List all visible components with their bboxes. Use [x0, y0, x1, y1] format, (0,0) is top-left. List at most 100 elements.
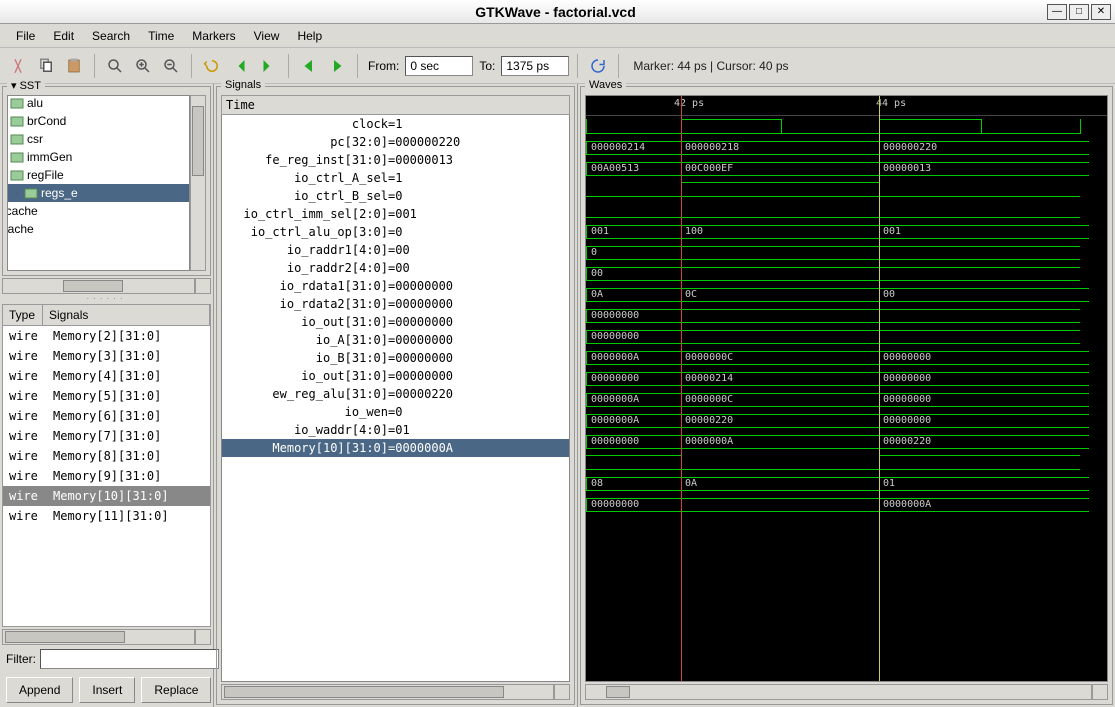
tree-item[interactable]: ······alu: [7, 95, 190, 112]
list-item[interactable]: wireMemory[2][31:0]: [3, 326, 210, 346]
insert-button[interactable]: Insert: [79, 677, 135, 703]
signal-value-row[interactable]: io_rdata2[31:0]=00000000: [222, 295, 569, 313]
nav-prev-icon[interactable]: [297, 54, 321, 78]
filter-input[interactable]: [40, 649, 219, 669]
tree-item[interactable]: ···+dcache: [7, 202, 190, 220]
wave-row[interactable]: 000000214000000218000000220: [586, 137, 1107, 158]
wave-row[interactable]: [586, 200, 1107, 221]
wave-row[interactable]: 0A0C00: [586, 284, 1107, 305]
tree-hscroll[interactable]: [2, 278, 195, 294]
append-button[interactable]: Append: [6, 677, 73, 703]
signals-values-panel: Signals Time clock=1pc[32:0]=000000220fe…: [216, 86, 575, 705]
signal-value-row[interactable]: io_raddr2[4:0]=00: [222, 259, 569, 277]
siglist-hscroll[interactable]: [2, 629, 195, 645]
signal-value-row[interactable]: io_out[31:0]=00000000: [222, 367, 569, 385]
wave-row[interactable]: [586, 179, 1107, 200]
menu-markers[interactable]: Markers: [184, 26, 243, 46]
wave-canvas[interactable]: 42 ps44 ps 00000021400000021800000022000…: [585, 95, 1108, 682]
wave-row[interactable]: 001100001: [586, 221, 1107, 242]
list-item[interactable]: wireMemory[8][31:0]: [3, 446, 210, 466]
tree-item[interactable]: ···+icache: [7, 220, 190, 238]
nav-first-icon[interactable]: [228, 54, 252, 78]
menu-edit[interactable]: Edit: [45, 26, 82, 46]
wave-row[interactable]: 00000000: [586, 305, 1107, 326]
refresh-icon[interactable]: [586, 54, 610, 78]
tree-item[interactable]: ······brCond: [7, 112, 190, 130]
wave-row[interactable]: 0000000A0000000C00000000: [586, 347, 1107, 368]
wave-row[interactable]: 000000000000000A: [586, 494, 1107, 515]
signal-value-row[interactable]: fe_reg_inst[31:0]=00000013: [222, 151, 569, 169]
zoom-fit-icon[interactable]: [103, 54, 127, 78]
minimize-button[interactable]: —: [1047, 4, 1067, 20]
signal-value-row[interactable]: io_ctrl_A_sel=1: [222, 169, 569, 187]
wave-row[interactable]: 00A0051300C000EF00000013: [586, 158, 1107, 179]
replace-button[interactable]: Replace: [141, 677, 211, 703]
tree-item[interactable]: ······immGen: [7, 148, 190, 166]
tree-item[interactable]: ·····-regFile: [7, 166, 190, 184]
wave-row[interactable]: [586, 452, 1107, 473]
signal-value-row[interactable]: io_ctrl_imm_sel[2:0]=001: [222, 205, 569, 223]
nav-last-icon[interactable]: [256, 54, 280, 78]
signal-list: Type Signals wireMemory[2][31:0]wireMemo…: [2, 304, 211, 627]
tree-vscroll[interactable]: [190, 95, 206, 271]
sigvals-hscroll[interactable]: [221, 684, 554, 700]
wave-row[interactable]: 00: [586, 263, 1107, 284]
list-item[interactable]: wireMemory[11][31:0]: [3, 506, 210, 526]
list-item[interactable]: wireMemory[5][31:0]: [3, 386, 210, 406]
sst-panel: ▾ SST ······alu······brCond·····+csr····…: [2, 86, 211, 276]
wave-hscroll[interactable]: [585, 684, 1092, 700]
zoom-in-icon[interactable]: [131, 54, 155, 78]
close-button[interactable]: ✕: [1091, 4, 1111, 20]
undo-icon[interactable]: [200, 54, 224, 78]
from-input[interactable]: [405, 56, 473, 76]
signal-value-row[interactable]: ew_reg_alu[31:0]=00000220: [222, 385, 569, 403]
wave-row[interactable]: 000000000000000A00000220: [586, 431, 1107, 452]
signal-value-row[interactable]: pc[32:0]=000000220: [222, 133, 569, 151]
col-type[interactable]: Type: [3, 305, 43, 325]
signal-value-row[interactable]: io_waddr[4:0]=01: [222, 421, 569, 439]
tree-item[interactable]: ·····+csr: [7, 130, 190, 148]
from-label: From:: [368, 59, 399, 73]
list-item[interactable]: wireMemory[10][31:0]: [3, 486, 210, 506]
hierarchy-tree[interactable]: ······alu······brCond·····+csr······immG…: [7, 95, 190, 271]
nav-next-icon[interactable]: [325, 54, 349, 78]
wave-row[interactable]: 0000000A0000022000000000: [586, 410, 1107, 431]
list-item[interactable]: wireMemory[9][31:0]: [3, 466, 210, 486]
signal-value-row[interactable]: io_ctrl_B_sel=0: [222, 187, 569, 205]
signal-value-row[interactable]: clock=1: [222, 115, 569, 133]
signal-value-row[interactable]: io_raddr1[4:0]=00: [222, 241, 569, 259]
wave-row[interactable]: 0000000A0000000C00000000: [586, 389, 1107, 410]
signal-value-row[interactable]: io_rdata1[31:0]=00000000: [222, 277, 569, 295]
paste-icon[interactable]: [62, 54, 86, 78]
menu-search[interactable]: Search: [84, 26, 138, 46]
list-item[interactable]: wireMemory[6][31:0]: [3, 406, 210, 426]
signal-value-row[interactable]: io_out[31:0]=00000000: [222, 313, 569, 331]
wave-row[interactable]: [586, 116, 1107, 137]
list-item[interactable]: wireMemory[3][31:0]: [3, 346, 210, 366]
menu-file[interactable]: File: [8, 26, 43, 46]
menu-view[interactable]: View: [246, 26, 288, 46]
signal-values[interactable]: clock=1pc[32:0]=000000220fe_reg_inst[31:…: [221, 115, 570, 682]
copy-icon[interactable]: [34, 54, 58, 78]
wave-row[interactable]: 000000000000021400000000: [586, 368, 1107, 389]
toolbar: From: To: Marker: 44 ps | Cursor: 40 ps: [0, 48, 1115, 84]
wave-row[interactable]: 0: [586, 242, 1107, 263]
wave-row[interactable]: 080A01: [586, 473, 1107, 494]
signal-value-row[interactable]: io_B[31:0]=00000000: [222, 349, 569, 367]
menu-help[interactable]: Help: [289, 26, 330, 46]
cut-icon[interactable]: [6, 54, 30, 78]
menu-time[interactable]: Time: [140, 26, 182, 46]
list-item[interactable]: wireMemory[4][31:0]: [3, 366, 210, 386]
signal-value-row[interactable]: io_wen=0: [222, 403, 569, 421]
signal-value-row[interactable]: io_ctrl_alu_op[3:0]=0: [222, 223, 569, 241]
list-item[interactable]: wireMemory[7][31:0]: [3, 426, 210, 446]
to-input[interactable]: [501, 56, 569, 76]
wave-row[interactable]: 00000000: [586, 326, 1107, 347]
tree-item[interactable]: ·······regs_e: [7, 184, 190, 202]
signal-value-row[interactable]: io_A[31:0]=00000000: [222, 331, 569, 349]
sst-splitter[interactable]: ······: [0, 294, 213, 302]
maximize-button[interactable]: □: [1069, 4, 1089, 20]
zoom-out-icon[interactable]: [159, 54, 183, 78]
col-signals[interactable]: Signals: [43, 305, 210, 325]
signal-value-row[interactable]: Memory[10][31:0]=0000000A: [222, 439, 569, 457]
